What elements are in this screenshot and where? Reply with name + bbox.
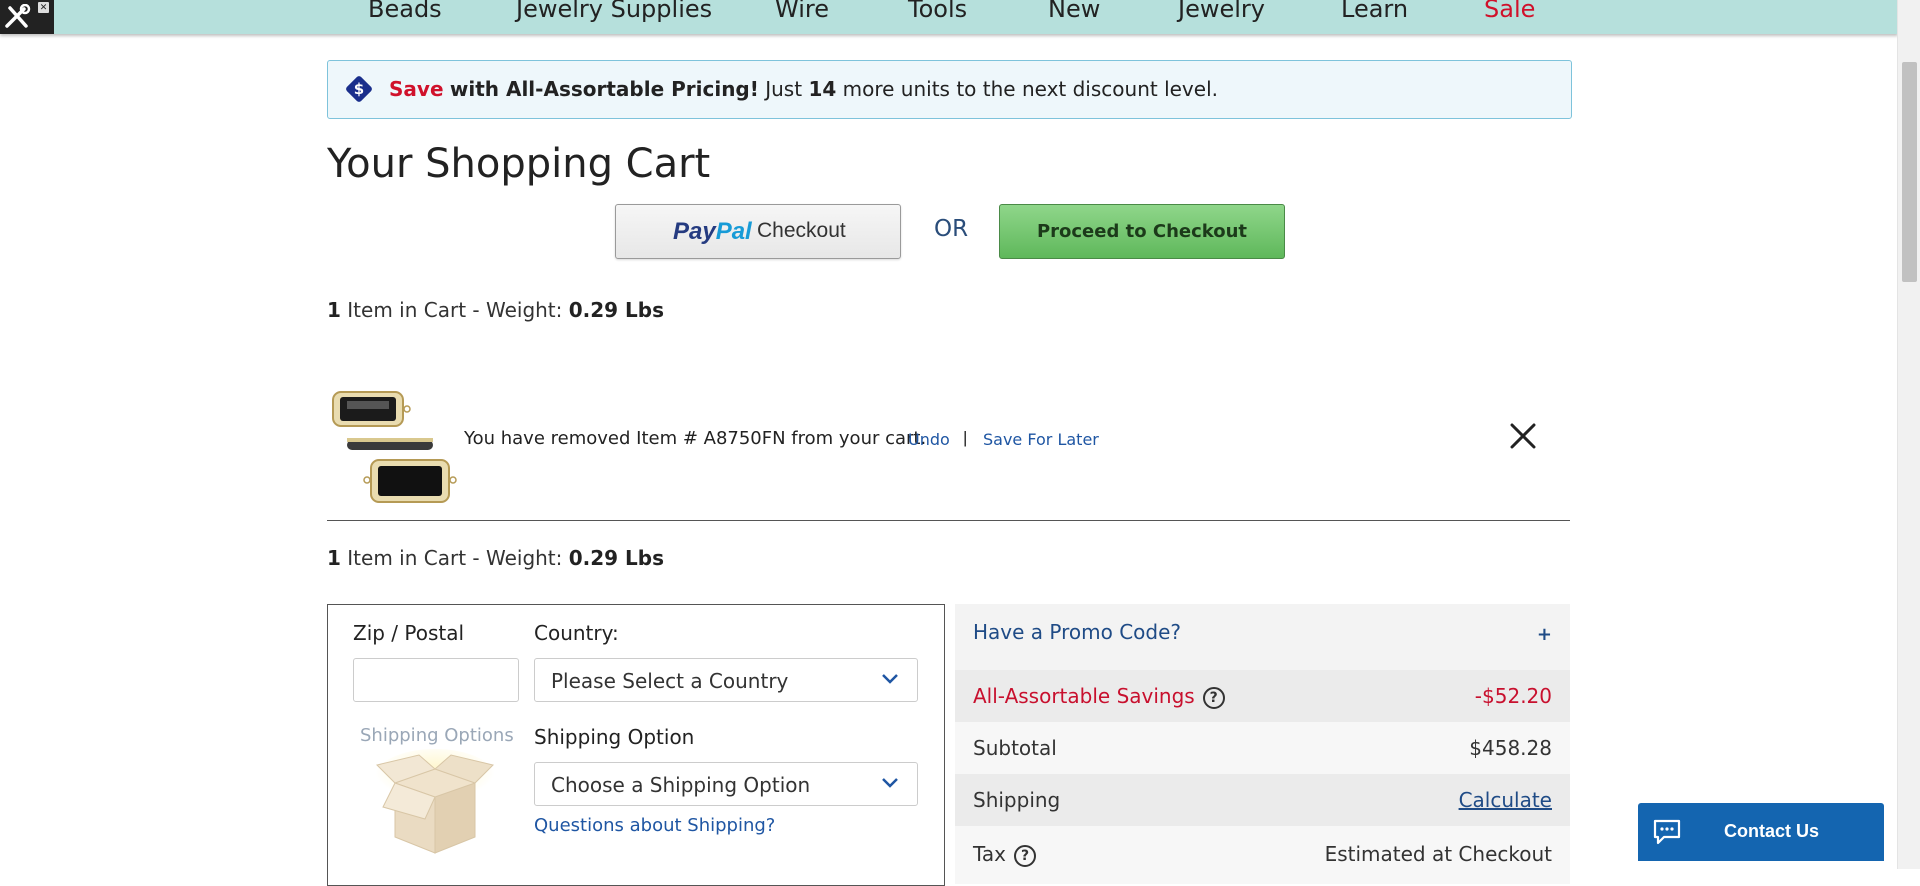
nav-item-tools[interactable]: Tools bbox=[908, 0, 967, 24]
promo-code-label[interactable]: Have a Promo Code? bbox=[973, 620, 1181, 644]
nav-item-sale[interactable]: Sale bbox=[1484, 0, 1535, 24]
subtotal-label: Subtotal bbox=[973, 736, 1057, 760]
savings-label: All-Assortable Savings bbox=[973, 684, 1195, 708]
shipping-option-select[interactable]: Choose a Shipping Option bbox=[534, 762, 918, 806]
savings-label-wrap: All-Assortable Savings? bbox=[973, 684, 1225, 709]
help-icon[interactable]: ? bbox=[1014, 845, 1036, 867]
dollar-diamond-icon: $ bbox=[344, 74, 374, 104]
contact-us-label: Contact Us bbox=[1724, 821, 1820, 841]
shipping-questions-link[interactable]: Questions about Shipping? bbox=[534, 815, 775, 836]
zip-input[interactable] bbox=[353, 658, 519, 702]
assortable-pricing-banner: $ Save with All-Assortable Pricing! Just… bbox=[327, 60, 1572, 119]
nav-item-new[interactable]: New bbox=[1048, 0, 1100, 24]
removed-item-row: You have removed Item # A8750FN from you… bbox=[327, 370, 1570, 521]
calculate-shipping-link[interactable]: Calculate bbox=[1459, 788, 1552, 812]
promo-code-row[interactable]: Have a Promo Code? + bbox=[955, 604, 1570, 670]
page-title: Your Shopping Cart bbox=[327, 141, 711, 187]
box-icon bbox=[375, 749, 495, 854]
cart-weight: 0.29 Lbs bbox=[568, 546, 665, 570]
banner-save-word: Save bbox=[389, 77, 444, 101]
shipping-cost-row: Shipping Calculate bbox=[955, 774, 1570, 826]
country-label: Country: bbox=[534, 621, 619, 645]
nav-item-jewelry[interactable]: Jewelry bbox=[1178, 0, 1265, 24]
cart-summary-text: Item in Cart - Weight: bbox=[347, 298, 563, 322]
paypal-checkout-label: Checkout bbox=[757, 219, 846, 242]
close-overlay-icon[interactable]: ✕ bbox=[38, 2, 49, 13]
tools-icon bbox=[5, 4, 31, 28]
shipping-cost-label: Shipping bbox=[973, 788, 1061, 812]
nav-item-learn[interactable]: Learn bbox=[1341, 0, 1408, 24]
shipping-option-label: Shipping Option bbox=[534, 725, 695, 749]
shipping-estimate-box: Zip / Postal Country: Please Select a Co… bbox=[327, 604, 945, 886]
link-separator: | bbox=[963, 428, 968, 447]
undo-link[interactable]: Undo bbox=[908, 430, 950, 449]
banner-just-text: Just bbox=[765, 77, 803, 101]
or-separator: OR bbox=[934, 216, 969, 242]
paypal-checkout-button[interactable]: PayPal Checkout bbox=[615, 204, 901, 259]
tools-overlay[interactable]: ✕ bbox=[0, 0, 54, 34]
cart-item-count: 1 bbox=[327, 298, 341, 322]
proceed-to-checkout-button[interactable]: Proceed to Checkout bbox=[999, 204, 1285, 259]
contact-us-button[interactable]: Contact Us bbox=[1638, 803, 1884, 861]
close-icon[interactable] bbox=[1509, 422, 1537, 450]
save-for-later-link[interactable]: Save For Later bbox=[983, 430, 1099, 449]
banner-units: 14 bbox=[808, 77, 837, 101]
shipping-option-selected-value: Choose a Shipping Option bbox=[551, 773, 811, 797]
banner-rest-text: more units to the next discount level. bbox=[842, 77, 1218, 101]
tax-row: Tax? Estimated at Checkout bbox=[955, 826, 1570, 884]
tax-label: Tax bbox=[973, 842, 1006, 866]
cart-summary-text: Item in Cart - Weight: bbox=[347, 546, 563, 570]
promo-expand-icon[interactable]: + bbox=[1537, 624, 1552, 645]
page-scrollbar[interactable] bbox=[1897, 0, 1920, 869]
paypal-logo: PayPal bbox=[673, 218, 752, 245]
cart-summary-top: 1 Item in Cart - Weight: 0.29 Lbs bbox=[327, 298, 664, 322]
nav-item-wire[interactable]: Wire bbox=[775, 0, 829, 24]
item-thumbnail bbox=[332, 391, 457, 503]
tax-value: Estimated at Checkout bbox=[1324, 842, 1552, 866]
cart-item-count: 1 bbox=[327, 546, 341, 570]
nav-item-beads[interactable]: Beads bbox=[368, 0, 442, 24]
scrollbar-thumb[interactable] bbox=[1902, 62, 1917, 282]
subtotal-row: Subtotal $458.28 bbox=[955, 722, 1570, 774]
chevron-down-icon bbox=[882, 778, 898, 788]
country-selected-value: Please Select a Country bbox=[551, 669, 789, 693]
cart-summary-bottom: 1 Item in Cart - Weight: 0.29 Lbs bbox=[327, 546, 664, 570]
cart-weight: 0.29 Lbs bbox=[568, 298, 665, 322]
shipping-options-image: Shipping Options bbox=[353, 725, 518, 860]
banner-text: Save with All-Assortable Pricing! Just 1… bbox=[389, 77, 1218, 101]
savings-row: All-Assortable Savings? -$52.20 bbox=[955, 670, 1570, 722]
chat-icon bbox=[1653, 819, 1681, 845]
help-icon[interactable]: ? bbox=[1202, 687, 1225, 709]
savings-value: -$52.20 bbox=[1474, 684, 1552, 708]
subtotal-value: $458.28 bbox=[1469, 736, 1552, 760]
zip-label: Zip / Postal bbox=[353, 621, 465, 645]
country-select[interactable]: Please Select a Country bbox=[534, 658, 918, 702]
nav-item-jewelry-supplies[interactable]: Jewelry Supplies bbox=[516, 0, 712, 24]
top-navigation: ✕ Beads Jewelry Supplies Wire Tools New … bbox=[0, 0, 1898, 34]
banner-bold-text: with All-Assortable Pricing! bbox=[449, 77, 759, 101]
tax-label-wrap: Tax? bbox=[973, 842, 1036, 867]
chevron-down-icon bbox=[882, 674, 898, 684]
removed-item-message: You have removed Item # A8750FN from you… bbox=[464, 428, 927, 449]
